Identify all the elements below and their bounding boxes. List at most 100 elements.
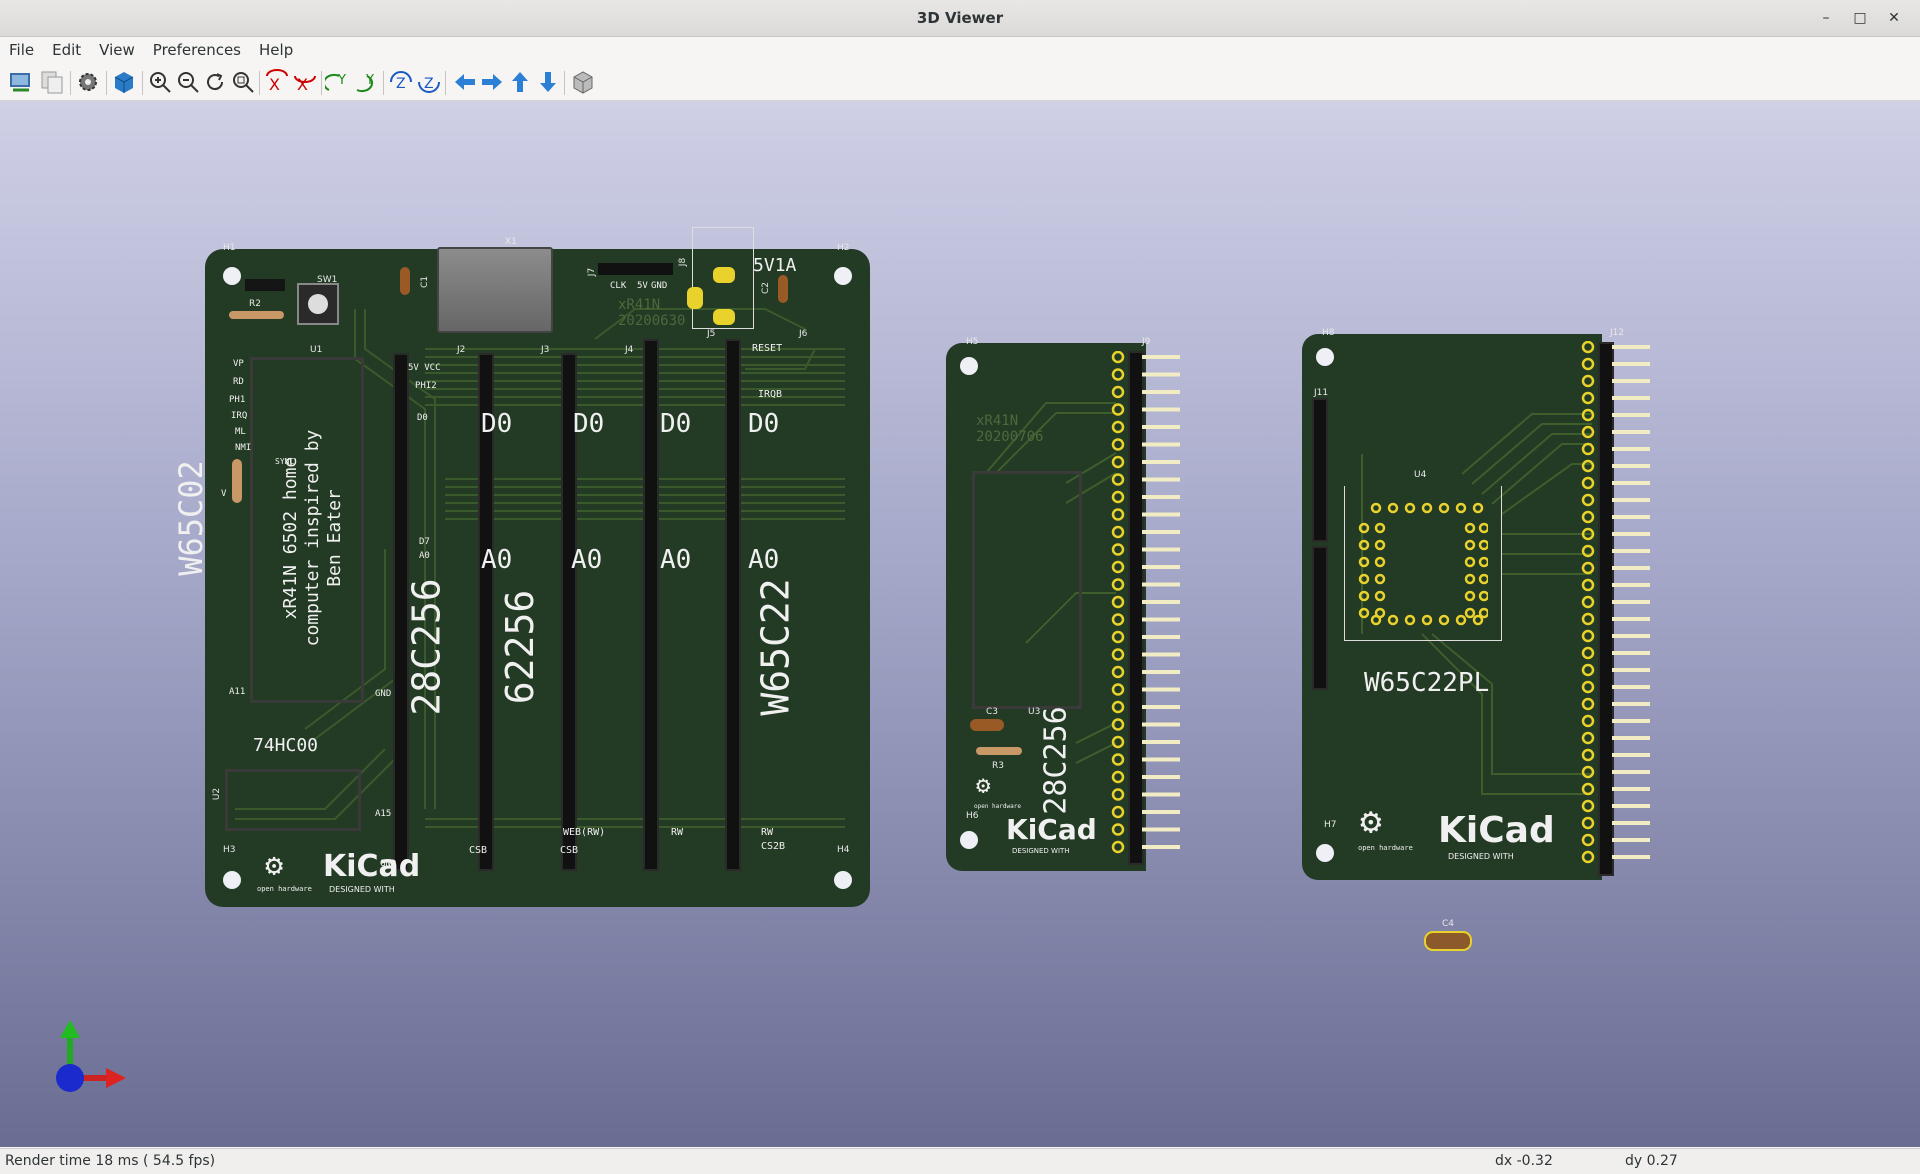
redraw-icon[interactable] <box>201 68 229 96</box>
label-d7: D7 <box>419 537 430 547</box>
connector-pin <box>1142 705 1180 709</box>
plcc-pad <box>1374 573 1386 585</box>
pin-pad <box>1581 714 1595 728</box>
pin-label-sync: SYNC <box>275 457 295 466</box>
rotate-y-ccw-icon[interactable]: Y <box>322 68 353 96</box>
pin-pad <box>1111 351 1125 364</box>
connector-pin <box>1142 477 1180 482</box>
ref-j8: J8 <box>678 257 689 267</box>
pin-pad <box>1111 385 1125 399</box>
menu-preferences[interactable]: Preferences <box>144 37 250 64</box>
rotate-z-cw-icon[interactable]: Z <box>415 68 443 96</box>
menu-file[interactable]: File <box>0 37 43 64</box>
connector-pin <box>1142 600 1180 604</box>
connector-pin <box>1142 442 1180 447</box>
connector-pin <box>1142 635 1180 639</box>
pin-label-phi: PH1 <box>229 395 246 405</box>
capacitor-c1 <box>400 267 410 295</box>
pin-pad <box>1581 493 1595 507</box>
zoom-fit-icon[interactable] <box>229 68 257 96</box>
raytracing-icon[interactable] <box>110 68 138 96</box>
svg-text:Z: Z <box>424 76 434 92</box>
pin-pad <box>1581 425 1595 439</box>
jumper-header <box>245 279 285 291</box>
pin-pad <box>1581 799 1595 813</box>
copy-image-icon[interactable] <box>38 68 66 96</box>
connector-pin <box>1612 736 1650 740</box>
pin-pad <box>1111 735 1125 749</box>
connector-pin <box>1612 719 1650 723</box>
pin-label-nmi: NMI <box>235 443 252 453</box>
zoom-in-icon[interactable] <box>146 68 174 96</box>
connector-pin <box>1142 792 1180 797</box>
connector-pin <box>1142 582 1180 587</box>
logic-socket-u2 <box>225 769 361 831</box>
connector-pin <box>1612 430 1650 434</box>
mount-hole-h2 <box>834 267 852 285</box>
label-irqb: IRQB <box>758 389 783 400</box>
ref-h1: H1 <box>223 243 236 253</box>
move-right-icon[interactable] <box>478 68 506 96</box>
label-gnd-right: GND <box>375 689 392 699</box>
plcc-pad <box>1421 502 1433 514</box>
connector-pin <box>1142 652 1180 657</box>
pin-pad <box>1581 782 1595 796</box>
side-header-j11-b <box>1312 546 1328 690</box>
menu-help[interactable]: Help <box>250 37 302 64</box>
pin-label-rd: RD <box>233 377 244 387</box>
ref-r2: R2 <box>249 299 261 309</box>
settings-icon[interactable] <box>74 68 102 96</box>
pin-pad <box>1581 341 1595 354</box>
pin-label-v: V <box>221 489 227 499</box>
maximize-icon[interactable]: □ <box>1848 6 1872 30</box>
pin-label-ml: ML <box>235 427 246 437</box>
pin-pad <box>1581 442 1595 456</box>
pin-pad <box>1111 648 1125 661</box>
menu-bar: File Edit View Preferences Help <box>0 37 1920 64</box>
ref-j6: J6 <box>799 329 808 339</box>
pin-pad <box>1111 665 1125 679</box>
zoom-out-icon[interactable] <box>174 68 202 96</box>
pin-pad <box>1581 663 1595 677</box>
menu-view[interactable]: View <box>90 37 144 64</box>
connector-pin <box>1142 687 1180 692</box>
pin-pad <box>1581 578 1595 592</box>
plcc-pad <box>1358 590 1370 602</box>
ref-j9: J9 <box>1142 337 1151 347</box>
plcc-pads-u4 <box>1358 502 1488 626</box>
move-left-icon[interactable] <box>451 68 479 96</box>
reload-board-icon[interactable] <box>7 68 35 96</box>
minimize-icon[interactable]: – <box>1814 6 1838 30</box>
connector-pin <box>1612 447 1650 451</box>
connector-pin <box>1142 407 1180 412</box>
svg-text:X: X <box>269 75 280 94</box>
3d-viewport[interactable]: H1 H2 H3 H4 SW1 R2 C1 X1 J7 CLK 5V GND J… <box>0 101 1920 1147</box>
pin-pad <box>1111 490 1125 504</box>
menu-edit[interactable]: Edit <box>43 37 90 64</box>
close-icon[interactable]: ✕ <box>1882 6 1906 30</box>
move-up-icon[interactable] <box>506 68 534 96</box>
plcc-pad <box>1358 573 1370 585</box>
rotate-z-ccw-icon[interactable]: Z <box>387 68 415 96</box>
plcc-pad <box>1404 502 1416 514</box>
oshw-text: open hardware <box>257 885 312 893</box>
move-down-icon[interactable] <box>534 68 562 96</box>
label-rom-board-name: xR41N <box>976 413 1019 429</box>
plcc-pad <box>1478 590 1488 602</box>
pin-pad <box>1581 765 1595 779</box>
ref-h7: H7 <box>1324 820 1337 830</box>
ortho-view-icon[interactable] <box>569 68 597 96</box>
rotate-x-ccw-icon[interactable]: X <box>263 68 291 96</box>
rom-oshw-text: open hardware <box>974 803 1021 810</box>
pin-pad <box>1581 391 1595 405</box>
window-titlebar: 3D Viewer – □ ✕ <box>0 0 1920 37</box>
rotate-y-cw-icon[interactable]: Y <box>353 68 381 96</box>
kicad-logo: KiCad <box>323 849 421 884</box>
label-csb-1: CSB <box>469 845 488 856</box>
toolbar: X X Y Y Z Z <box>0 64 1920 101</box>
pin-pad <box>1111 753 1125 766</box>
plcc-pad <box>1464 607 1476 619</box>
mount-hole-h3 <box>223 871 241 889</box>
plcc-pad <box>1358 556 1370 568</box>
rotate-x-cw-icon[interactable]: X <box>291 68 319 96</box>
